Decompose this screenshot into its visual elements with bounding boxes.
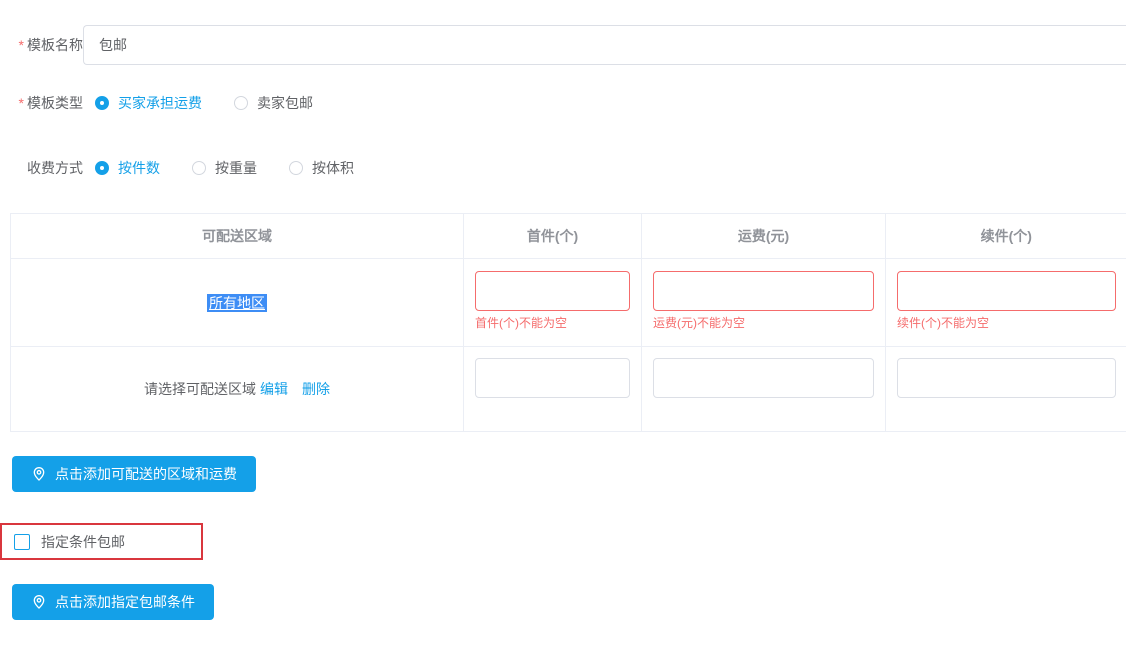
charge-method-label-text: 收费方式 — [27, 160, 83, 176]
template-type-row: *模板类型 买家承担运费 卖家包邮 — [0, 93, 1126, 113]
template-type-label-text: 模板类型 — [27, 95, 83, 111]
free-shipping-checkbox[interactable] — [14, 534, 30, 550]
additional-piece-cell — [886, 347, 1126, 432]
all-regions-link[interactable]: 所有地区 — [207, 294, 267, 312]
additional-piece-input[interactable] — [897, 358, 1116, 398]
select-region-text: 请选择可配送区域 — [144, 381, 256, 397]
additional-piece-cell: 续件(个)不能为空 — [886, 259, 1126, 347]
shipping-fee-cell — [642, 347, 886, 432]
radio-unselected-icon — [192, 161, 206, 175]
template-type-label: *模板类型 — [0, 93, 83, 113]
template-name-label-text: 模板名称 — [27, 37, 83, 53]
template-name-row: *模板名称 — [0, 25, 1126, 65]
add-condition-button[interactable]: 点击添加指定包邮条件 — [12, 584, 214, 620]
location-pin-icon — [31, 466, 47, 482]
shipping-fee-input[interactable] — [653, 271, 874, 311]
radio-seller-free-shipping[interactable]: 卖家包邮 — [234, 93, 313, 113]
delete-region-link[interactable]: 删除 — [302, 381, 330, 397]
template-name-input[interactable] — [83, 25, 1126, 65]
shipping-template-form: *模板名称 *模板类型 买家承担运费 卖家包邮 收费方式 按件数 按重 — [0, 0, 1126, 666]
first-piece-input[interactable] — [475, 271, 630, 311]
location-pin-icon — [31, 594, 47, 610]
radio-selected-icon — [95, 96, 109, 110]
add-region-button-label: 点击添加可配送的区域和运费 — [55, 464, 237, 484]
charge-method-row: 收费方式 按件数 按重量 按体积 — [0, 158, 1126, 178]
freight-table: 可配送区域 首件(个) 运费(元) 续件(个) 所有地区 首件(个)不能为空 运… — [10, 213, 1126, 432]
freight-table-header-row: 可配送区域 首件(个) 运费(元) 续件(个) — [11, 214, 1126, 259]
additional-piece-error: 续件(个)不能为空 — [897, 315, 1116, 331]
radio-label: 按件数 — [118, 158, 160, 178]
charge-method-radio-group: 按件数 按重量 按体积 — [95, 158, 386, 178]
radio-label: 买家承担运费 — [118, 93, 202, 113]
radio-label: 卖家包邮 — [257, 93, 313, 113]
template-type-radio-group: 买家承担运费 卖家包邮 — [95, 93, 345, 113]
shipping-fee-cell: 运费(元)不能为空 — [642, 259, 886, 347]
radio-selected-icon — [95, 161, 109, 175]
shipping-fee-error: 运费(元)不能为空 — [653, 315, 874, 331]
radio-unselected-icon — [234, 96, 248, 110]
required-asterisk: * — [19, 37, 24, 53]
radio-buyer-pays-shipping[interactable]: 买家承担运费 — [95, 93, 202, 113]
header-additional-piece: 续件(个) — [886, 214, 1126, 259]
table-row-select-region: 请选择可配送区域编辑删除 — [11, 347, 1126, 432]
first-piece-error: 首件(个)不能为空 — [475, 315, 630, 331]
free-shipping-checkbox-label: 指定条件包邮 — [41, 532, 125, 552]
header-deliverable-region: 可配送区域 — [11, 214, 464, 259]
radio-label: 按重量 — [215, 158, 257, 178]
first-piece-input[interactable] — [475, 358, 630, 398]
radio-label: 按体积 — [312, 158, 354, 178]
region-cell: 所有地区 — [11, 259, 464, 347]
header-shipping-fee: 运费(元) — [642, 214, 886, 259]
template-name-label: *模板名称 — [0, 35, 83, 55]
add-region-button[interactable]: 点击添加可配送的区域和运费 — [12, 456, 256, 492]
radio-by-volume[interactable]: 按体积 — [289, 158, 354, 178]
shipping-fee-input[interactable] — [653, 358, 874, 398]
add-condition-button-label: 点击添加指定包邮条件 — [55, 592, 195, 612]
required-asterisk: * — [19, 95, 24, 111]
table-row-all-regions: 所有地区 首件(个)不能为空 运费(元)不能为空 续件(个)不能为空 — [11, 259, 1126, 347]
first-piece-cell — [464, 347, 642, 432]
edit-region-link[interactable]: 编辑 — [260, 381, 288, 397]
radio-by-piece[interactable]: 按件数 — [95, 158, 160, 178]
header-first-piece: 首件(个) — [464, 214, 642, 259]
free-shipping-condition-box: 指定条件包邮 — [0, 523, 203, 560]
first-piece-cell: 首件(个)不能为空 — [464, 259, 642, 347]
radio-by-weight[interactable]: 按重量 — [192, 158, 257, 178]
additional-piece-input[interactable] — [897, 271, 1116, 311]
radio-unselected-icon — [289, 161, 303, 175]
charge-method-label: 收费方式 — [0, 158, 83, 178]
region-cell: 请选择可配送区域编辑删除 — [11, 347, 464, 432]
